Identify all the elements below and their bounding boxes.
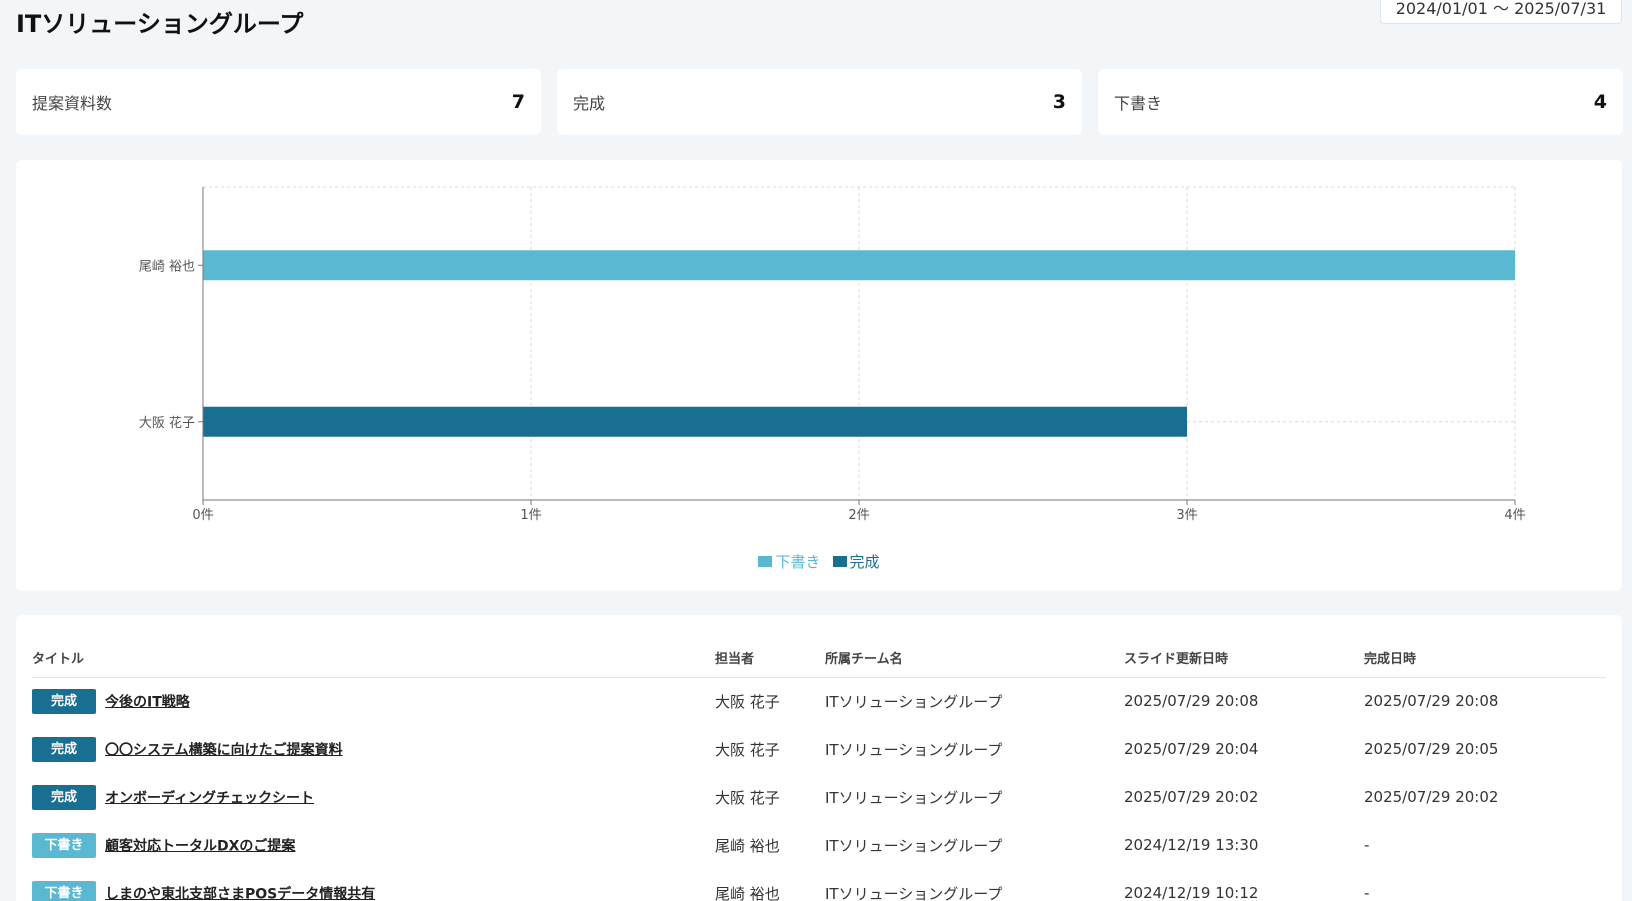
proposal-title-link[interactable]: 顧客対応トータルDXのご提案 <box>105 838 295 854</box>
stat-card-draft: 下書き 4 <box>1098 69 1623 135</box>
legend-item-draft[interactable]: 下書き <box>758 551 821 572</box>
legend-label: 完成 <box>849 553 880 571</box>
legend-swatch <box>832 556 847 567</box>
updated-cell: 2025/07/29 20:08 <box>1124 692 1259 711</box>
stat-card-total: 提案資料数 7 <box>16 69 541 135</box>
x-tick-label: 2件 <box>848 508 869 523</box>
title-cell: 完成 今後のIT戦略 <box>32 677 715 725</box>
proposal-table: タイトル 担当者 所属チーム名 スライド更新日時 完成日時 完成 今後のIT戦略大… <box>32 639 1606 901</box>
x-tick-label: 3件 <box>1176 508 1197 523</box>
proposal-title-link[interactable]: 〇〇システム構築に向けたご提案資料 <box>105 742 343 758</box>
stat-value: 3 <box>1052 91 1066 113</box>
date-range-picker[interactable]: 2024/01/01 〜 2025/07/31 <box>1380 0 1622 24</box>
team-cell: ITソリューショングループ <box>825 884 1003 901</box>
proposal-table-panel: タイトル 担当者 所属チーム名 スライド更新日時 完成日時 完成 今後のIT戦略大… <box>16 615 1622 901</box>
stat-value: 7 <box>511 91 525 113</box>
table-row: 完成 オンボーディングチェックシート 大阪 花子 ITソリューショングループ 2025/… <box>32 773 1606 821</box>
legend-swatch <box>758 556 773 567</box>
stat-label: 下書き <box>1114 94 1163 113</box>
chart-legend: 下書き 完成 <box>16 551 1622 572</box>
title-cell: 下書き しまのや東北支部さまPOSデータ情報共有 <box>32 869 715 901</box>
legend-label: 下書き <box>775 553 821 571</box>
title-cell: 下書き 顧客対応トータルDXのご提案 <box>32 821 715 869</box>
chart-panel: 0件 1件 2件 3件 4件 尾崎 裕也大阪 花子 下書き 完成 <box>16 160 1622 591</box>
y-tick-label: 尾崎 裕也 <box>139 259 195 274</box>
completed-cell: 2025/07/29 20:08 <box>1364 692 1499 711</box>
status-badge: 完成 <box>32 736 96 762</box>
completed-cell: 2025/07/29 20:02 <box>1364 788 1499 806</box>
stat-label: 完成 <box>573 94 606 113</box>
owner-cell: 大阪 花子 <box>715 740 780 759</box>
column-header-team: 所属チーム名 <box>825 639 1124 678</box>
team-cell: ITソリューショングループ <box>825 788 1003 807</box>
legend-item-complete[interactable]: 完成 <box>832 551 880 572</box>
status-badge: 完成 <box>32 784 96 810</box>
column-header-title: タイトル <box>32 639 715 678</box>
owner-cell: 大阪 花子 <box>715 788 780 807</box>
column-header-owner: 担当者 <box>715 639 825 678</box>
proposal-title-link[interactable]: しまのや東北支部さまPOSデータ情報共有 <box>105 886 375 901</box>
status-badge: 下書き <box>32 832 96 858</box>
table-row: 下書き しまのや東北支部さまPOSデータ情報共有 尾崎 裕也 ITソリューショングルー… <box>32 869 1606 901</box>
owner-cell: 尾崎 裕也 <box>715 836 780 855</box>
proposal-title-link[interactable]: 今後のIT戦略 <box>105 694 190 710</box>
title-cell: 完成 〇〇システム構築に向けたご提案資料 <box>32 725 715 773</box>
stat-label: 提案資料数 <box>32 94 113 113</box>
team-cell: ITソリューショングループ <box>825 740 1003 759</box>
table-row: 完成 今後のIT戦略 大阪 花子 ITソリューショングループ 2025/07/29 20… <box>32 677 1606 725</box>
status-badge: 完成 <box>32 688 96 714</box>
bar-draft <box>203 250 1515 281</box>
x-tick-label: 1件 <box>520 508 541 523</box>
table-header-row: タイトル 担当者 所属チーム名 スライド更新日時 完成日時 <box>32 639 1606 678</box>
table-row: 完成 〇〇システム構築に向けたご提案資料 大阪 花子 ITソリューショングループ 202… <box>32 725 1606 773</box>
completed-cell: 2025/07/29 20:05 <box>1364 740 1499 758</box>
table-row: 下書き 顧客対応トータルDXのご提案 尾崎 裕也 ITソリューショングループ 2024/… <box>32 821 1606 869</box>
bar-complete <box>203 406 1187 437</box>
y-tick-label: 大阪 花子 <box>139 415 195 431</box>
owner-cell: 尾崎 裕也 <box>715 884 780 901</box>
completed-cell: - <box>1364 836 1370 854</box>
title-cell: 完成 オンボーディングチェックシート <box>32 773 715 821</box>
owner-cell: 大阪 花子 <box>715 692 780 711</box>
updated-cell: 2024/12/19 13:30 <box>1124 836 1259 854</box>
page-title: ITソリューショングループ <box>16 10 304 38</box>
stat-card-complete: 完成 3 <box>557 69 1082 135</box>
team-cell: ITソリューショングループ <box>825 692 1003 711</box>
stat-value: 4 <box>1593 91 1607 113</box>
updated-cell: 2025/07/29 20:02 <box>1124 788 1259 806</box>
status-badge: 下書き <box>32 880 96 901</box>
column-header-completed: 完成日時 <box>1364 639 1606 678</box>
x-tick-label: 0件 <box>192 508 213 523</box>
bar-chart: 0件 1件 2件 3件 4件 尾崎 裕也大阪 花子 <box>139 186 1526 523</box>
team-cell: ITソリューショングループ <box>825 836 1003 855</box>
updated-cell: 2025/07/29 20:04 <box>1124 740 1259 758</box>
updated-cell: 2024/12/19 10:12 <box>1124 884 1259 901</box>
completed-cell: - <box>1364 884 1370 901</box>
column-header-updated: スライド更新日時 <box>1124 639 1364 678</box>
x-tick-label: 4件 <box>1504 508 1525 523</box>
proposal-title-link[interactable]: オンボーディングチェックシート <box>105 790 314 806</box>
